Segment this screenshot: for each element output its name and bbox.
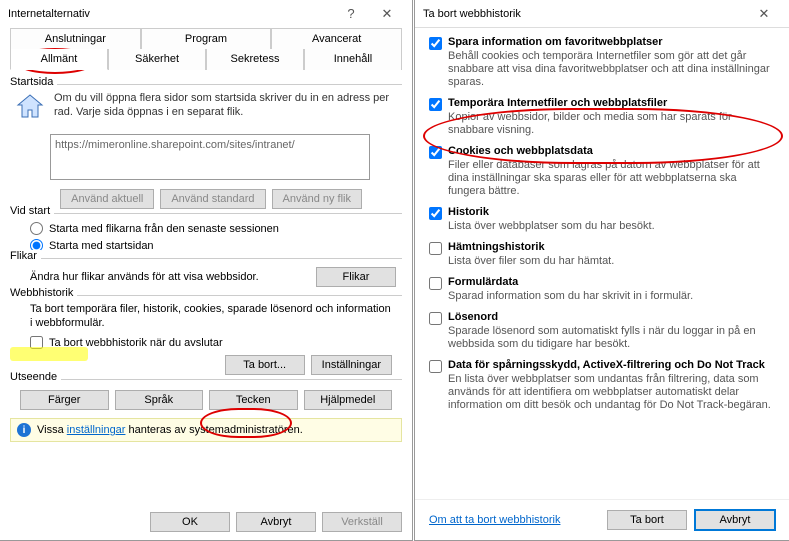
delete-cancel-button[interactable]: Avbryt <box>695 510 775 530</box>
delete-history-close-button[interactable]: ✕ <box>747 3 781 25</box>
delete-option-4-label: Hämtningshistorik <box>448 241 614 253</box>
check-delete-on-exit[interactable]: Ta bort webbhistorik när du avslutar <box>10 334 402 351</box>
delete-option-2-description: Filer eller databaser som lagras på dato… <box>448 159 775 198</box>
tabs-description: Ändra hur flikar används för att visa we… <box>30 271 259 283</box>
radio-last-session-label: Starta med flikarna från den senaste ses… <box>49 223 279 235</box>
radio-last-session[interactable]: Starta med flikarna från den senaste ses… <box>10 220 402 237</box>
delete-option-2-checkbox[interactable] <box>429 146 442 159</box>
delete-option-0[interactable]: Spara information om favoritwebbplatser B… <box>429 36 775 89</box>
delete-history-titlebar: Ta bort webbhistorik ✕ <box>415 0 789 28</box>
delete-option-1-label: Temporära Internetfiler och webbplatsfil… <box>448 97 775 109</box>
group-onstart: Vid start Starta med flikarna från den s… <box>10 213 402 254</box>
tab-strip: Anslutningar Program Avancerat Allmänt S… <box>0 28 412 70</box>
ok-button[interactable]: OK <box>150 512 230 532</box>
homepage-description: Om du vill öppna flera sidor som startsi… <box>54 91 398 119</box>
delete-option-6[interactable]: Lösenord Sparade lösenord som automatiskt… <box>429 311 775 351</box>
delete-confirm-button[interactable]: Ta bort <box>607 510 687 530</box>
delete-option-6-label: Lösenord <box>448 311 775 323</box>
admin-info-link[interactable]: inställningar <box>67 424 126 436</box>
languages-button[interactable]: Språk <box>115 390 204 410</box>
delete-option-4-description: Lista över filer som du har hämtat. <box>448 255 614 268</box>
use-current-button[interactable]: Använd aktuell <box>60 189 154 209</box>
delete-option-4[interactable]: Hämtningshistorik Lista över filer som du… <box>429 241 775 268</box>
cancel-button[interactable]: Avbryt <box>236 512 316 532</box>
check-delete-on-exit-label: Ta bort webbhistorik när du avslutar <box>49 337 223 349</box>
delete-option-5-checkbox[interactable] <box>429 277 442 290</box>
delete-option-7-label: Data för spårningsskydd, ActiveX-filtrer… <box>448 359 775 371</box>
homepage-url-input[interactable]: https://mimeronline.sharepoint.com/sites… <box>50 134 370 180</box>
delete-option-0-checkbox[interactable] <box>429 37 442 50</box>
group-history: Webbhistorik Ta bort temporära filer, hi… <box>10 295 402 375</box>
delete-options-list: Spara information om favoritwebbplatser B… <box>415 28 789 412</box>
delete-option-7-description: En lista över webbplatser som undantas f… <box>448 373 775 412</box>
dialog-title: Internetalternativ <box>8 0 90 28</box>
delete-history-button[interactable]: Ta bort... <box>225 355 305 375</box>
use-default-button[interactable]: Använd standard <box>160 189 265 209</box>
titlebar: Internetalternativ ? ✕ <box>0 0 412 28</box>
delete-option-5-label: Formulärdata <box>448 276 693 288</box>
delete-option-5-description: Sparad information som du har skrivit in… <box>448 290 693 303</box>
radio-last-session-input[interactable] <box>30 222 43 235</box>
history-settings-button[interactable]: Inställningar <box>311 355 392 375</box>
admin-info-text: Vissa inställningar hanteras av systemad… <box>37 424 303 436</box>
delete-option-6-checkbox[interactable] <box>429 312 442 325</box>
delete-option-5[interactable]: Formulärdata Sparad information som du ha… <box>429 276 775 303</box>
delete-option-3[interactable]: Historik Lista över webbplatser som du ha… <box>429 206 775 233</box>
delete-option-7-checkbox[interactable] <box>429 360 442 373</box>
group-homepage-label: Startsida <box>10 76 57 88</box>
tab-connections[interactable]: Anslutningar <box>10 28 141 49</box>
delete-history-footer: Om att ta bort webbhistorik Ta bort Avbr… <box>415 499 789 540</box>
tab-general[interactable]: Allmänt <box>10 49 108 70</box>
tab-security[interactable]: Säkerhet <box>108 49 206 70</box>
group-onstart-label: Vid start <box>10 205 54 217</box>
delete-option-4-checkbox[interactable] <box>429 242 442 255</box>
internet-options-dialog: Internetalternativ ? ✕ Anslutningar Prog… <box>0 0 413 541</box>
delete-option-3-label: Historik <box>448 206 655 218</box>
delete-option-1-checkbox[interactable] <box>429 98 442 111</box>
delete-option-3-description: Lista över webbplatser som du har besökt… <box>448 220 655 233</box>
delete-option-2[interactable]: Cookies och webbplatsdata Filer eller dat… <box>429 145 775 198</box>
group-history-label: Webbhistorik <box>10 287 77 299</box>
delete-option-0-description: Behåll cookies och temporära Internetfil… <box>448 50 775 89</box>
group-homepage: Startsida Om du vill öppna flera sidor s… <box>10 84 402 209</box>
delete-option-3-checkbox[interactable] <box>429 207 442 220</box>
close-button[interactable]: ✕ <box>370 3 404 25</box>
admin-info-bar: i Vissa inställningar hanteras av system… <box>10 418 402 442</box>
help-button[interactable]: ? <box>334 3 368 25</box>
delete-option-2-label: Cookies och webbplatsdata <box>448 145 775 157</box>
group-appearance: Utseende Färger Språk Tecken Hjälpmedel <box>10 379 402 414</box>
info-icon: i <box>17 423 31 437</box>
about-delete-history-link[interactable]: Om att ta bort webbhistorik <box>429 514 560 526</box>
check-delete-on-exit-input[interactable] <box>30 336 43 349</box>
delete-option-1[interactable]: Temporära Internetfiler och webbplatsfil… <box>429 97 775 137</box>
delete-option-0-label: Spara information om favoritwebbplatser <box>448 36 775 48</box>
delete-option-7[interactable]: Data för spårningsskydd, ActiveX-filtrer… <box>429 359 775 412</box>
tab-content[interactable]: Innehåll <box>304 49 402 70</box>
history-description: Ta bort temporära filer, historik, cooki… <box>10 302 402 334</box>
delete-option-6-description: Sparade lösenord som automatiskt fylls i… <box>448 325 775 351</box>
radio-homepage[interactable]: Starta med startsidan <box>10 237 402 254</box>
group-tabs-label: Flikar <box>10 250 41 262</box>
delete-history-title: Ta bort webbhistorik <box>423 0 521 28</box>
tab-privacy[interactable]: Sekretess <box>206 49 304 70</box>
tab-advanced[interactable]: Avancerat <box>271 28 402 49</box>
accessibility-button[interactable]: Hjälpmedel <box>304 390 393 410</box>
home-icon <box>14 91 46 126</box>
delete-history-dialog: Ta bort webbhistorik ✕ Spara information… <box>414 0 789 541</box>
apply-button[interactable]: Verkställ <box>322 512 402 532</box>
fonts-button[interactable]: Tecken <box>209 390 298 410</box>
delete-option-1-description: Kopior av webbsidor, bilder och media so… <box>448 111 775 137</box>
radio-homepage-label: Starta med startsidan <box>49 240 154 252</box>
group-appearance-label: Utseende <box>10 371 61 383</box>
use-newtab-button[interactable]: Använd ny flik <box>272 189 362 209</box>
tab-programs[interactable]: Program <box>141 28 272 49</box>
tabs-settings-button[interactable]: Flikar <box>316 267 396 287</box>
colors-button[interactable]: Färger <box>20 390 109 410</box>
